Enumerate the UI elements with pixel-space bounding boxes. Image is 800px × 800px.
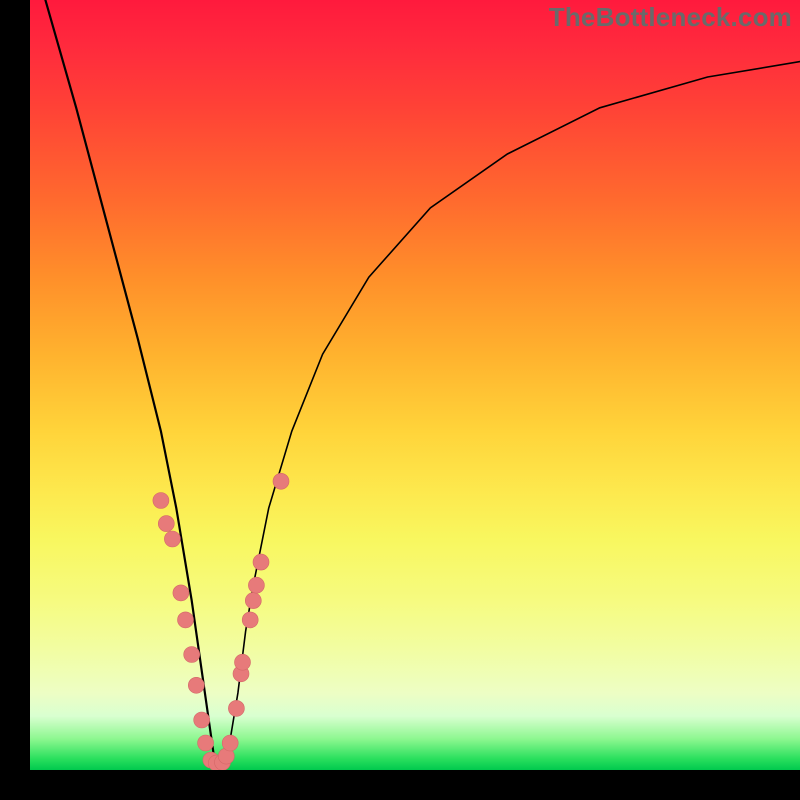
sample-point [188, 677, 204, 693]
sample-point [222, 735, 238, 751]
plot-area [30, 0, 800, 770]
sample-point [178, 612, 194, 628]
bottleneck-curve-right [215, 62, 800, 763]
sample-point [245, 593, 261, 609]
sample-point [153, 493, 169, 509]
sample-point [228, 700, 244, 716]
chart-frame: TheBottleneck.com [0, 0, 800, 800]
sample-point [173, 585, 189, 601]
sample-markers [153, 473, 289, 770]
watermark-text: TheBottleneck.com [549, 2, 792, 33]
sample-point [164, 531, 180, 547]
sample-point [235, 654, 251, 670]
sample-point [158, 516, 174, 532]
sample-point [253, 554, 269, 570]
sample-point [242, 612, 258, 628]
sample-point [194, 712, 210, 728]
sample-point [273, 473, 289, 489]
curve-layer [30, 0, 800, 770]
sample-point [248, 577, 264, 593]
sample-point [198, 735, 214, 751]
sample-point [184, 647, 200, 663]
